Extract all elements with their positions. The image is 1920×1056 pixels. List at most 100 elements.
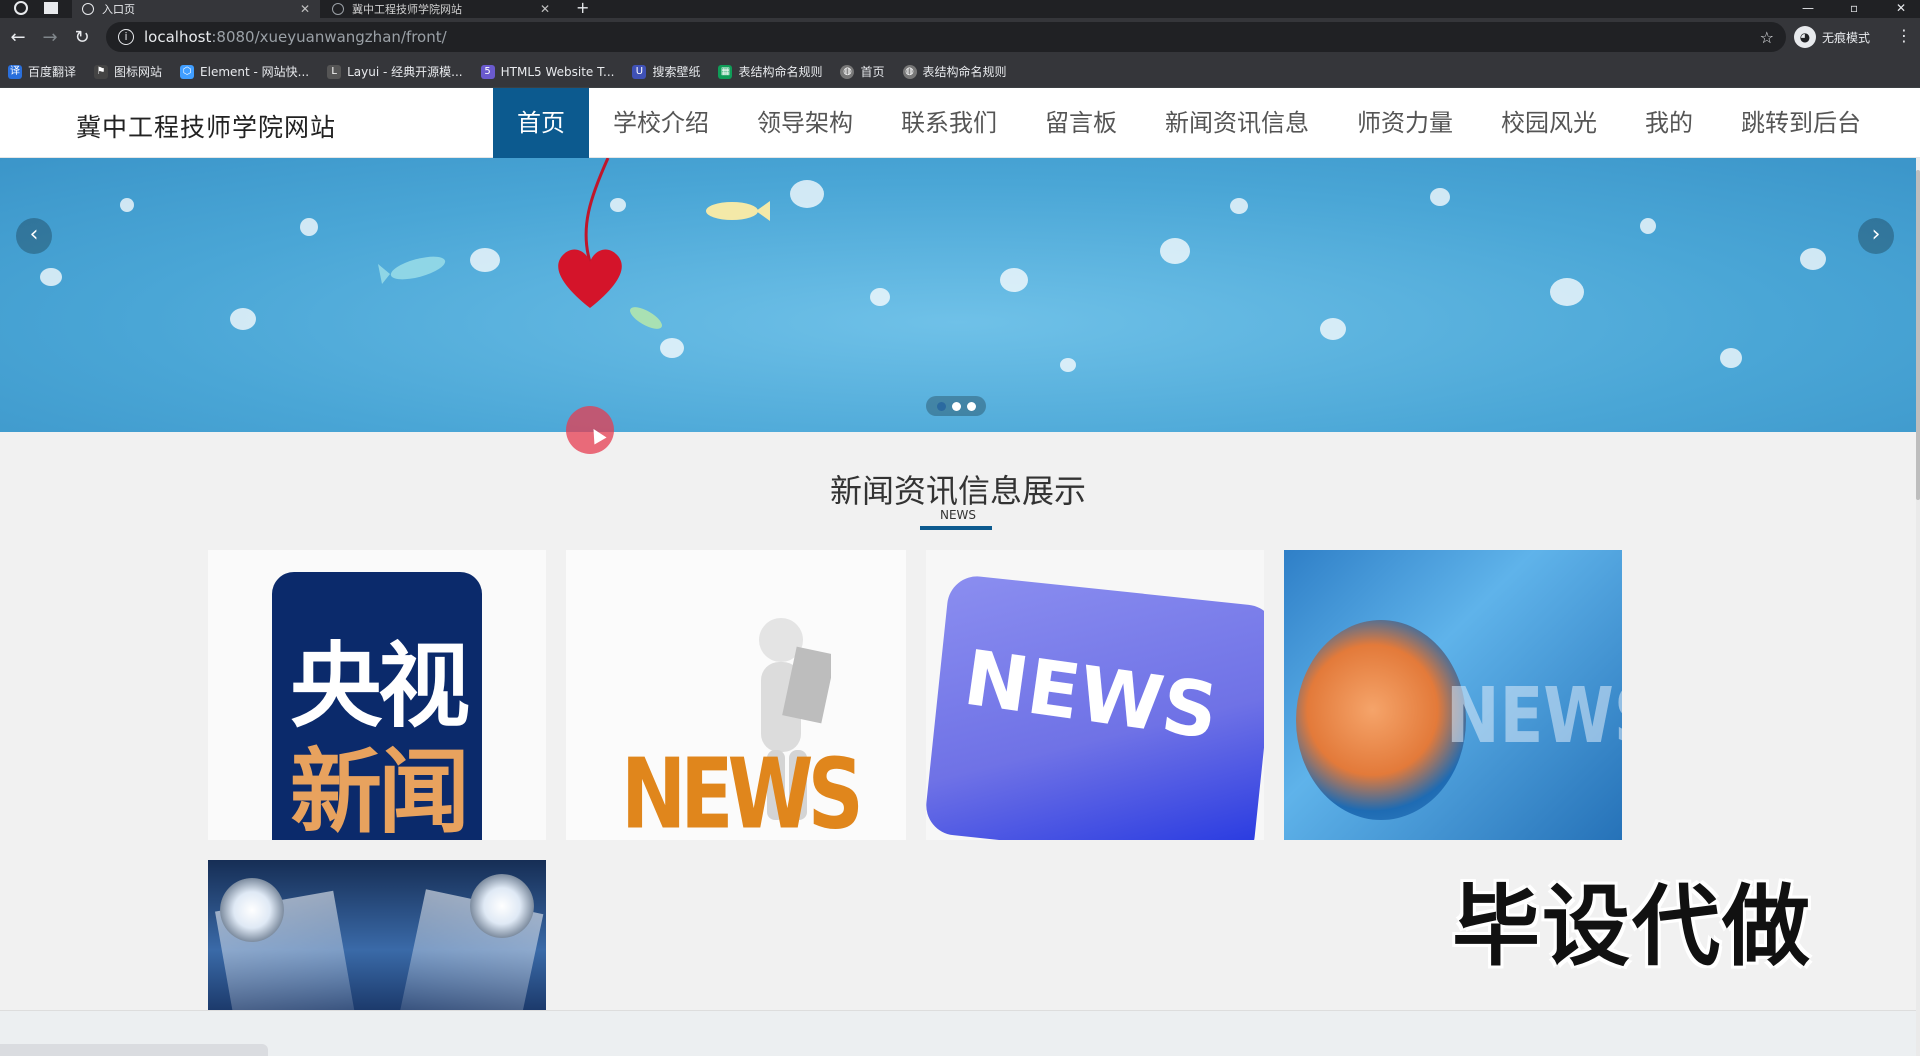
bookmark-item[interactable]: ⬡ Element - 网站快... <box>180 63 309 80</box>
bookmark-item[interactable]: ◍ 首页 <box>840 63 885 80</box>
page-footer-area <box>0 1010 1916 1056</box>
spotlight-image <box>220 878 284 942</box>
nav-contact[interactable]: 联系我们 <box>877 88 1021 158</box>
tab-label: 冀中工程技师学院网站 <box>352 3 462 16</box>
close-icon[interactable]: ✕ <box>540 2 550 16</box>
news-card[interactable]: NEWS <box>566 550 906 840</box>
minimize-icon[interactable]: — <box>1802 0 1814 16</box>
url-path: :8080/xueyuanwangzhan/front/ <box>211 28 447 46</box>
carousel-next-button[interactable]: › <box>1858 218 1894 254</box>
banner-bubble <box>1550 278 1584 306</box>
heart-balloon-image <box>558 158 622 308</box>
nav-news[interactable]: 新闻资讯信息 <box>1141 88 1333 158</box>
bookmark-item[interactable]: 5 HTML5 Website T... <box>480 64 614 79</box>
maximize-icon[interactable]: ▫ <box>1850 0 1858 16</box>
nav-admin[interactable]: 跳转到后台 <box>1717 88 1885 158</box>
globe-icon <box>82 3 94 15</box>
new-tab-plus-icon[interactable]: + <box>576 0 589 16</box>
nav-campus[interactable]: 校园风光 <box>1477 88 1621 158</box>
bookmark-item[interactable]: ▦ 表结构命名规则 <box>718 63 822 80</box>
banner-bubble <box>790 180 824 208</box>
carousel-dot[interactable] <box>966 401 976 411</box>
close-icon[interactable]: ✕ <box>300 2 310 16</box>
banner-bubble <box>1800 248 1826 270</box>
nav-school-intro[interactable]: 学校介绍 <box>589 88 733 158</box>
banner-bubble <box>230 308 256 330</box>
incognito-icon: ◕ <box>1794 26 1816 48</box>
back-arrow-icon[interactable]: ← <box>2 27 34 48</box>
flag-icon: ⚑ <box>94 64 109 79</box>
globe-icon: ◍ <box>902 64 917 79</box>
banner-bubble <box>1000 268 1028 292</box>
carousel-dot[interactable] <box>951 401 961 411</box>
banner-bubble <box>1060 358 1076 372</box>
bookmark-item[interactable]: 译百度翻译 <box>8 63 76 80</box>
news-card[interactable] <box>208 860 546 1010</box>
site-header: 冀中工程技师学院网站 首页 学校介绍 领导架构 联系我们 留言板 新闻资讯信息 … <box>0 88 1920 158</box>
chrome-logo-icon <box>14 1 28 15</box>
translate-icon: 译 <box>8 64 22 79</box>
nav-home[interactable]: 首页 <box>493 88 589 158</box>
status-bar <box>0 1044 268 1056</box>
bookmark-item[interactable]: ⚑ 图标网站 <box>94 63 162 80</box>
banner-bubble <box>1160 238 1190 264</box>
nav-leadership[interactable]: 领导架构 <box>733 88 877 158</box>
url-host: localhost <box>144 28 212 46</box>
banner-bubble <box>660 338 684 358</box>
wallpaper-icon: U <box>632 64 647 79</box>
tab-label: 入口页 <box>102 3 135 16</box>
news-card[interactable]: NEWS <box>926 550 1264 840</box>
nav-faculty[interactable]: 师资力量 <box>1333 88 1477 158</box>
spotlight-image <box>470 874 534 938</box>
carousel-dot[interactable] <box>936 401 946 411</box>
news-card[interactable]: NEWS <box>1284 550 1622 840</box>
bookmark-star-icon[interactable]: ☆ <box>1760 28 1774 47</box>
html5-icon: 5 <box>480 64 495 79</box>
url-bar[interactable]: i localhost:8080/xueyuanwangzhan/front/ … <box>106 22 1786 52</box>
bookmark-item[interactable]: U 搜索壁纸 <box>632 63 700 80</box>
incognito-label: 无痕模式 <box>1822 30 1871 45</box>
carousel-banner[interactable]: ‹ › <box>0 158 1916 432</box>
globe-image <box>1296 620 1466 820</box>
layui-icon: L <box>327 64 342 79</box>
browser-tab-strip: 入口页 ✕ 冀中工程技师学院网站 ✕ + — ▫ ✕ <box>0 0 1920 18</box>
card-image-text: NEWS <box>1446 672 1622 762</box>
fish-image <box>630 307 662 329</box>
address-toolbar: ← → ↻ i localhost:8080/xueyuanwangzhan/f… <box>0 18 1920 56</box>
nav-message-board[interactable]: 留言板 <box>1021 88 1141 158</box>
globe-icon <box>332 3 344 15</box>
watermark-text: 毕设代做 <box>1452 875 1813 978</box>
forward-arrow-icon[interactable]: → <box>34 27 66 48</box>
tab-school-site[interactable]: 冀中工程技师学院网站 ✕ <box>322 0 560 18</box>
banner-bubble <box>300 218 318 236</box>
banner-bubble <box>1230 198 1248 214</box>
news-card[interactable]: 央视 新闻 <box>208 550 546 840</box>
bookmark-item[interactable]: L Layui - 经典开源模... <box>327 63 463 80</box>
element-icon: ⬡ <box>180 64 195 79</box>
banner-bubble <box>1640 218 1656 234</box>
reload-icon[interactable]: ↻ <box>66 27 98 48</box>
news-section-title: 新闻资讯信息展示 <box>829 472 1086 510</box>
more-menu-icon[interactable]: ⋮ <box>1896 26 1912 45</box>
card-image-text: 新闻 <box>290 739 470 840</box>
window-menu-icon[interactable] <box>44 2 58 14</box>
sheet-icon: ▦ <box>718 64 733 79</box>
fish-image <box>378 256 446 284</box>
carousel-prev-button[interactable]: ‹ <box>16 218 52 254</box>
banner-bubble <box>1430 188 1450 206</box>
main-nav: 首页 学校介绍 领导架构 联系我们 留言板 新闻资讯信息 师资力量 校园风光 我… <box>493 88 1885 158</box>
fish-image <box>706 201 770 221</box>
bookmark-item[interactable]: ◍ 表结构命名规则 <box>902 63 1007 80</box>
globe-icon: ◍ <box>840 64 855 79</box>
bookmarks-bar: 译百度翻译 ⚑ 图标网站 ⬡ Element - 网站快... L Layui - 经… <box>0 56 1920 88</box>
window-close-icon[interactable]: ✕ <box>1896 0 1906 16</box>
banner-bubble <box>1320 318 1346 340</box>
scrollbar-thumb[interactable] <box>1916 170 1920 500</box>
site-logo-title[interactable]: 冀中工程技师学院网站 <box>76 108 336 144</box>
news-section-subtitle: NEWS <box>939 508 977 522</box>
info-icon[interactable]: i <box>118 29 134 45</box>
tab-entry-page[interactable]: 入口页 ✕ <box>72 0 320 18</box>
incognito-indicator[interactable]: ◕ 无痕模式 <box>1794 26 1870 48</box>
nav-mine[interactable]: 我的 <box>1621 88 1717 158</box>
banner-bubble <box>40 268 62 286</box>
